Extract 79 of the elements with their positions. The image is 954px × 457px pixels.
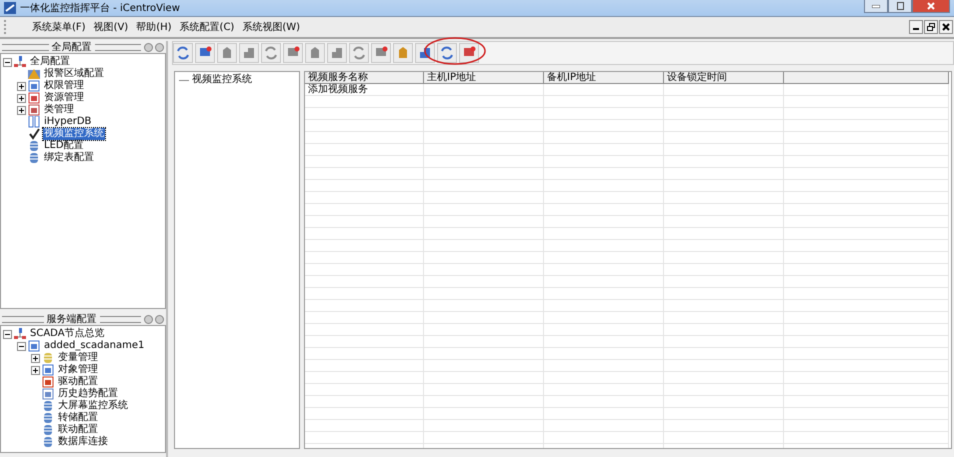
network-icon — [14, 56, 26, 68]
toolbar-glyph-icon — [396, 46, 410, 60]
tree-item[interactable]: 大屏幕监控系统 — [57, 400, 129, 412]
toolbar-glyph-icon — [308, 46, 322, 60]
close-icon — [927, 2, 935, 10]
minimize-icon — [872, 4, 880, 8]
menu-item[interactable]: 帮助(H) — [132, 20, 176, 34]
column-header[interactable]: 备机IP地址 — [544, 72, 664, 84]
table-cell-text: 添加视频服务 — [307, 84, 369, 96]
variable-icon — [42, 352, 54, 364]
toolbar-button[interactable] — [195, 43, 215, 63]
menu-item[interactable]: 系统菜单(F) — [28, 20, 90, 34]
window-title: 一体化监控指挥平台 - iCentroView — [20, 2, 181, 15]
tree-item[interactable]: 变量管理 — [57, 352, 99, 364]
tree-item[interactable]: 数据库连接 — [57, 436, 109, 448]
tree-item[interactable]: 视频监控系统 — [43, 128, 105, 140]
database-icon — [28, 140, 40, 152]
app-icon — [4, 2, 16, 14]
toolbar-button[interactable] — [173, 43, 193, 63]
toolbar-glyph-icon — [264, 46, 278, 60]
minimize-button[interactable] — [864, 0, 888, 13]
menu-item[interactable]: 系统配置(C) — [176, 20, 238, 34]
tree-item[interactable]: added_scadaname1 — [43, 340, 146, 352]
database-icon — [42, 436, 54, 448]
tree-item[interactable]: SCADA节点总览 — [29, 328, 106, 340]
expander-toggle[interactable] — [31, 354, 40, 362]
tree-item[interactable]: 资源管理 — [43, 92, 85, 104]
tree-item[interactable]: 驱动配置 — [57, 376, 99, 388]
tree-item[interactable]: 权限管理 — [43, 80, 85, 92]
expander-toggle[interactable] — [31, 366, 40, 374]
expander-toggle[interactable] — [3, 58, 12, 66]
toolbar-glyph-icon — [242, 46, 256, 60]
toolbar-glyph-icon — [176, 46, 190, 60]
toolbar-glyph-icon — [418, 46, 432, 60]
maximize-button[interactable] — [888, 0, 912, 13]
panel-title: 服务端配置 — [46, 312, 96, 326]
network-icon — [14, 328, 26, 340]
database-icon — [28, 152, 40, 164]
close-icon — [942, 23, 950, 31]
toolbar-button[interactable] — [437, 43, 457, 63]
expander-toggle[interactable] — [17, 94, 26, 102]
menu-item[interactable]: 系统视图(W) — [238, 20, 304, 34]
check-mark-icon — [28, 128, 40, 140]
minimize-button[interactable] — [909, 20, 923, 34]
tree-item[interactable]: 历史趋势配置 — [57, 388, 119, 400]
tree-item[interactable]: 报警区域配置 — [43, 68, 105, 80]
tree-item[interactable]: 对象管理 — [57, 364, 99, 376]
toolbar-glyph-icon — [330, 46, 344, 60]
panel-controls-icon — [144, 314, 164, 324]
tree-item[interactable]: 视频监控系统 — [191, 74, 253, 86]
toolbar-glyph-icon — [440, 46, 454, 60]
tree-item[interactable]: 联动配置 — [57, 424, 99, 436]
panel-controls-icon — [144, 42, 164, 52]
toolbar-glyph-icon — [220, 46, 234, 60]
database-icon — [42, 424, 54, 436]
database-icon — [42, 412, 54, 424]
expander-toggle[interactable] — [3, 330, 12, 338]
expander-toggle[interactable] — [17, 342, 26, 350]
tree-item[interactable]: 转储配置 — [57, 412, 99, 424]
restore-button[interactable] — [924, 20, 938, 34]
alert-icon — [28, 68, 40, 80]
expander-toggle[interactable] — [17, 106, 26, 114]
panel-title: 全局配置 — [52, 40, 92, 54]
expander-toggle[interactable] — [17, 82, 26, 90]
toolbar-button[interactable] — [459, 43, 479, 63]
maximize-icon — [896, 2, 904, 10]
menu-item[interactable]: 视图(V) — [90, 20, 132, 34]
tree-item[interactable]: iHyperDB — [43, 116, 92, 128]
columns-icon — [28, 116, 40, 128]
tree-item[interactable]: 类管理 — [43, 104, 75, 116]
toolbar-glyph-icon — [352, 46, 366, 60]
tree-item[interactable]: 全局配置 — [29, 56, 71, 68]
tree-item[interactable]: 绑定表配置 — [43, 152, 95, 164]
toolbar-button[interactable] — [415, 43, 435, 63]
highlight-ellipse — [423, 36, 487, 66]
close-button[interactable] — [939, 20, 953, 34]
database-icon — [42, 400, 54, 412]
restore-icon — [927, 23, 935, 31]
column-header[interactable]: 视频服务名称 — [305, 72, 424, 84]
